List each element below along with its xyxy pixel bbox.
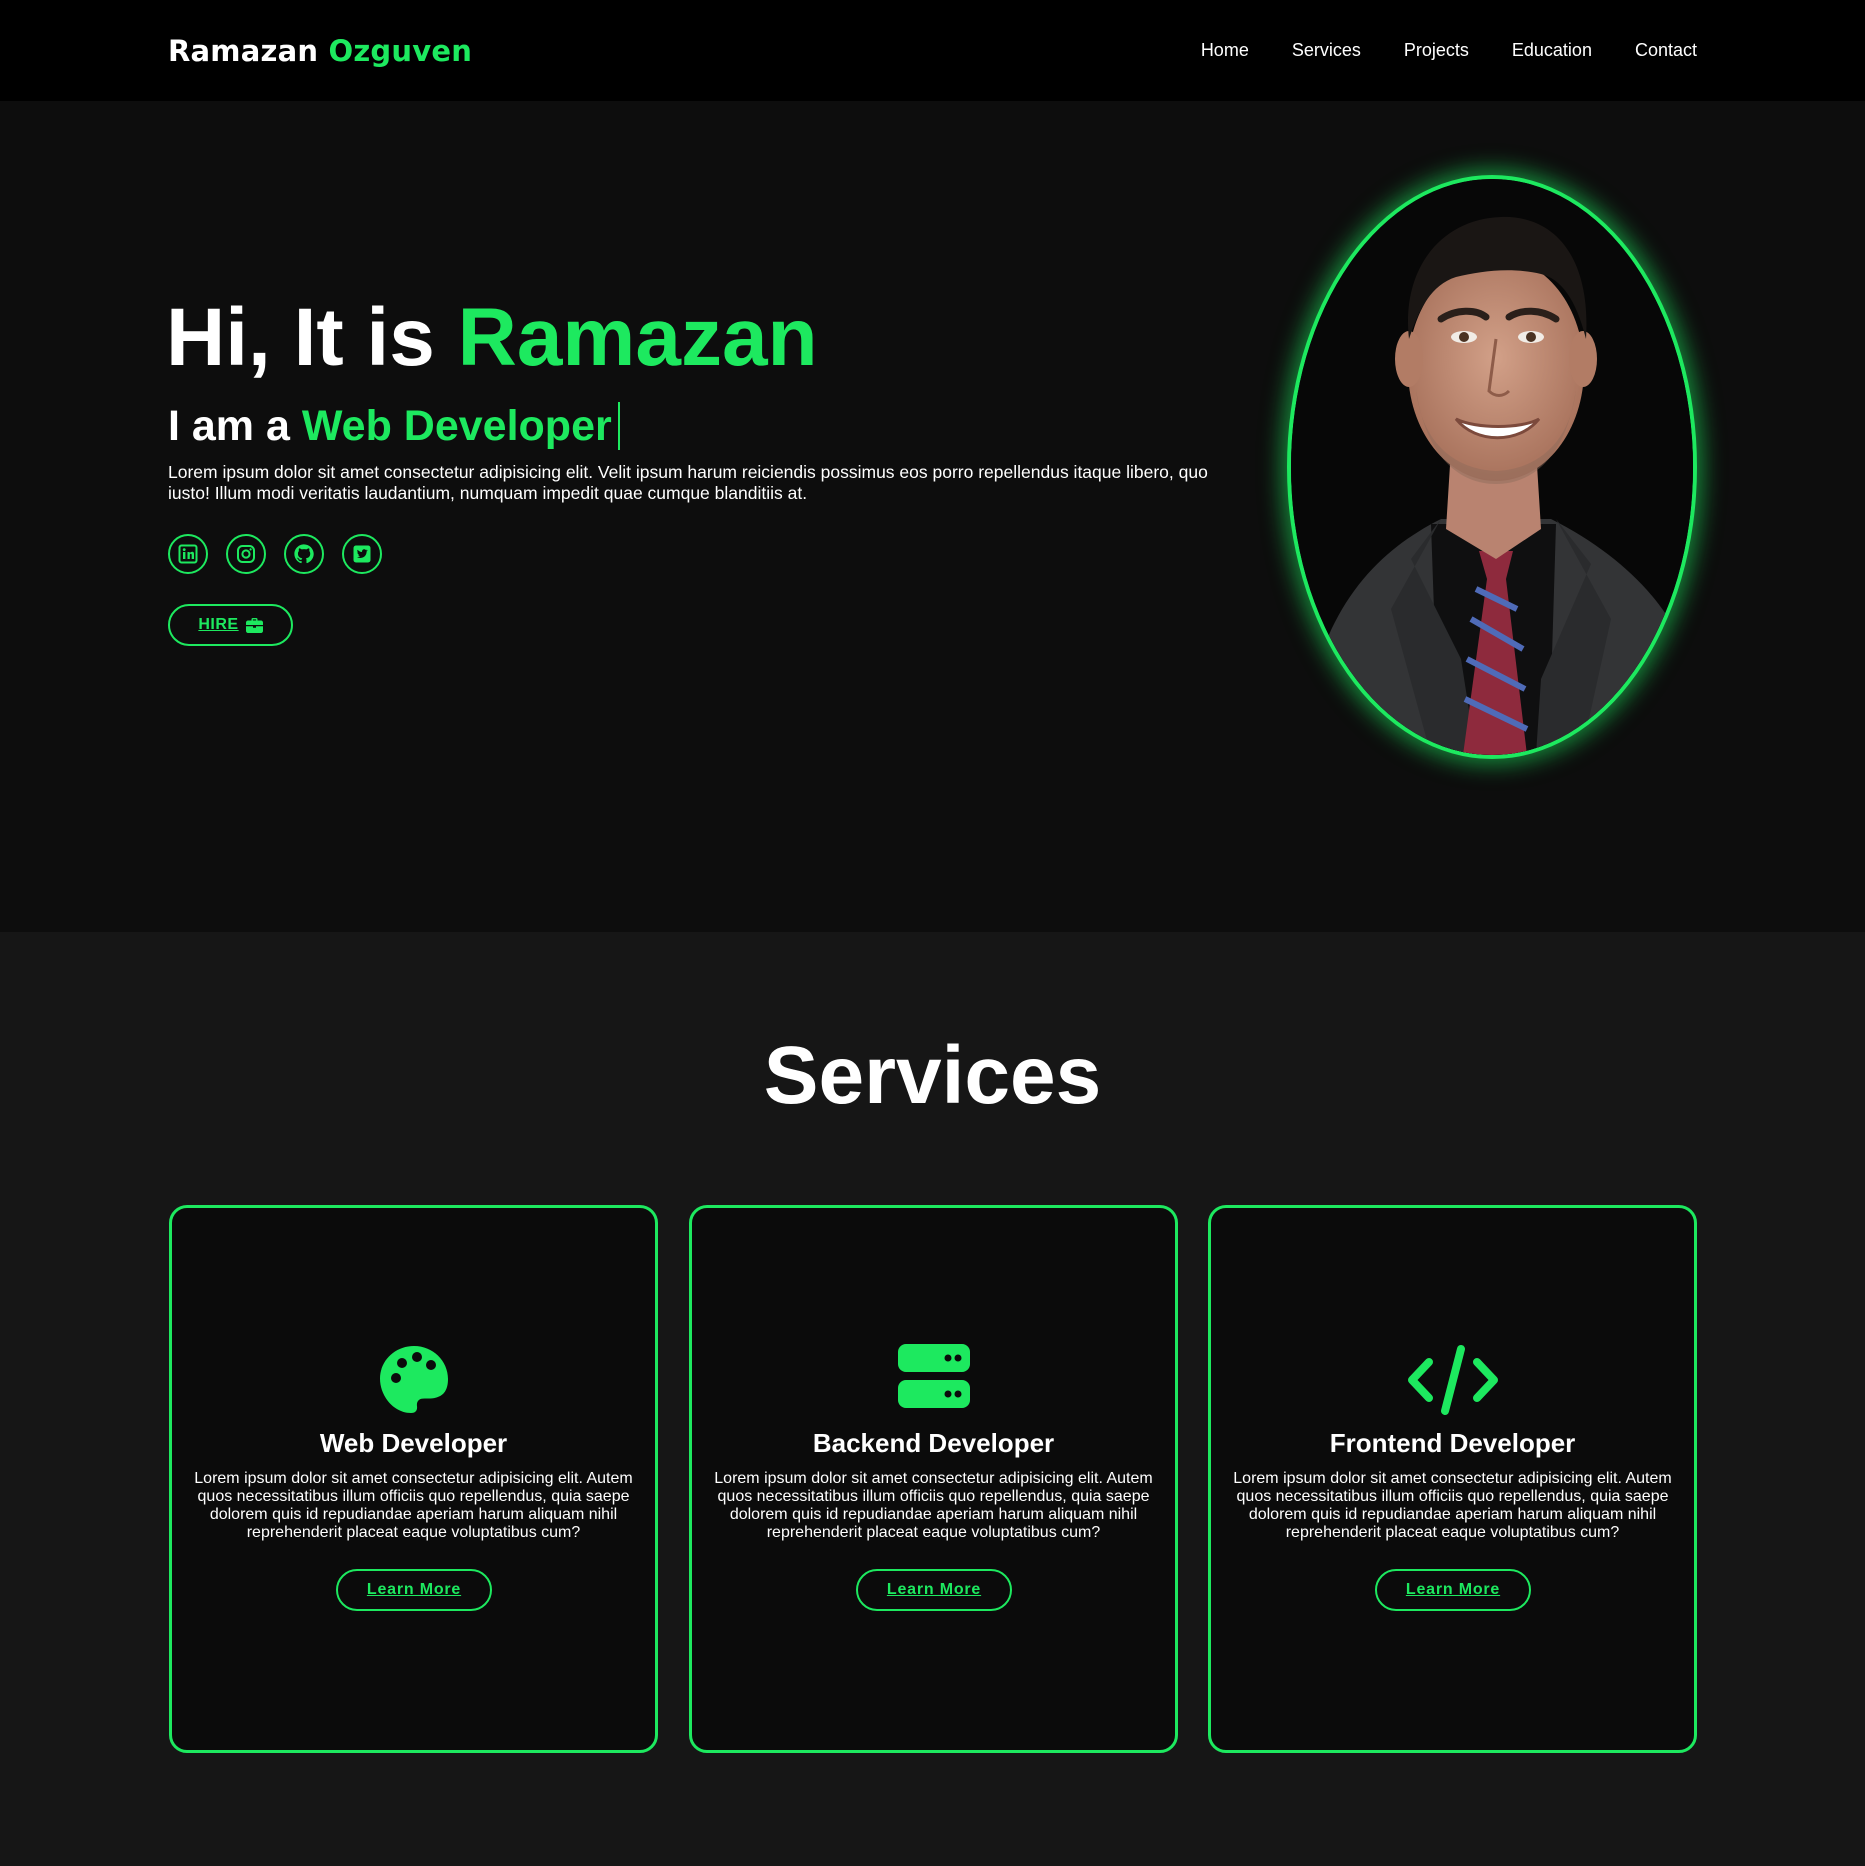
- card-text: Lorem ipsum dolor sit amet consectetur a…: [194, 1470, 633, 1541]
- hire-label: HIRE: [198, 616, 239, 633]
- profile-portrait-illustration: [1291, 179, 1693, 755]
- services-section: Services Web Developer Lorem ipsum dolor…: [0, 932, 1865, 1866]
- hire-button[interactable]: HIRE: [168, 604, 293, 646]
- server-icon: [897, 1344, 970, 1408]
- service-card-frontend: Frontend Developer Lorem ipsum dolor sit…: [1208, 1205, 1697, 1753]
- nav-projects[interactable]: Projects: [1404, 40, 1469, 61]
- service-card-web: Web Developer Lorem ipsum dolor sit amet…: [169, 1205, 658, 1753]
- hero-greeting: Hi, It is: [166, 292, 458, 383]
- nav-services[interactable]: Services: [1292, 40, 1361, 61]
- nav-education[interactable]: Education: [1512, 40, 1592, 61]
- twitter-icon: [353, 545, 371, 563]
- hero-name: Ramazan: [457, 292, 818, 383]
- site-logo[interactable]: Ramazan Ozguven: [168, 34, 472, 68]
- hero-section: Hi, It is Ramazan I am a Web Developer L…: [0, 101, 1865, 932]
- card-title: Web Developer: [319, 1428, 508, 1458]
- social-links: [168, 534, 382, 574]
- learn-more-button[interactable]: Learn More: [1375, 1569, 1531, 1611]
- palette-icon: [379, 1346, 448, 1413]
- card-title: Backend Developer: [812, 1428, 1055, 1458]
- logo-first-name: Ramazan: [168, 34, 319, 68]
- main-nav: Home Services Projects Education Contact: [1201, 40, 1697, 61]
- service-card-backend: Backend Developer Lorem ipsum dolor sit …: [689, 1205, 1178, 1753]
- hero-title: Hi, It is Ramazan: [166, 297, 818, 379]
- learn-more-button[interactable]: Learn More: [336, 1569, 492, 1611]
- services-title: Services: [763, 1030, 1102, 1121]
- briefcase-icon: [245, 617, 263, 633]
- site-header: Ramazan Ozguven Home Services Projects E…: [0, 0, 1865, 101]
- twitter-link[interactable]: [342, 534, 382, 574]
- linkedin-icon: [178, 544, 198, 564]
- github-icon: [294, 544, 314, 564]
- hero-description: Lorem ipsum dolor sit amet consectetur a…: [168, 462, 1208, 503]
- github-link[interactable]: [284, 534, 324, 574]
- nav-contact[interactable]: Contact: [1635, 40, 1697, 61]
- code-icon: [1407, 1345, 1498, 1415]
- learn-more-button[interactable]: Learn More: [856, 1569, 1012, 1611]
- card-title: Frontend Developer: [1329, 1428, 1576, 1458]
- instagram-link[interactable]: [226, 534, 266, 574]
- logo-last-name: Ozguven: [328, 34, 473, 68]
- typing-cursor: [617, 402, 620, 450]
- hero-subtitle: I am a Web Developer: [168, 402, 620, 450]
- typed-role: Web Developer: [301, 401, 612, 450]
- profile-photo: [1287, 175, 1697, 759]
- role-prefix: I am a: [168, 401, 302, 450]
- card-text: Lorem ipsum dolor sit amet consectetur a…: [1233, 1470, 1672, 1541]
- instagram-icon: [237, 545, 255, 563]
- nav-home[interactable]: Home: [1201, 40, 1249, 61]
- linkedin-link[interactable]: [168, 534, 208, 574]
- card-text: Lorem ipsum dolor sit amet consectetur a…: [714, 1470, 1153, 1541]
